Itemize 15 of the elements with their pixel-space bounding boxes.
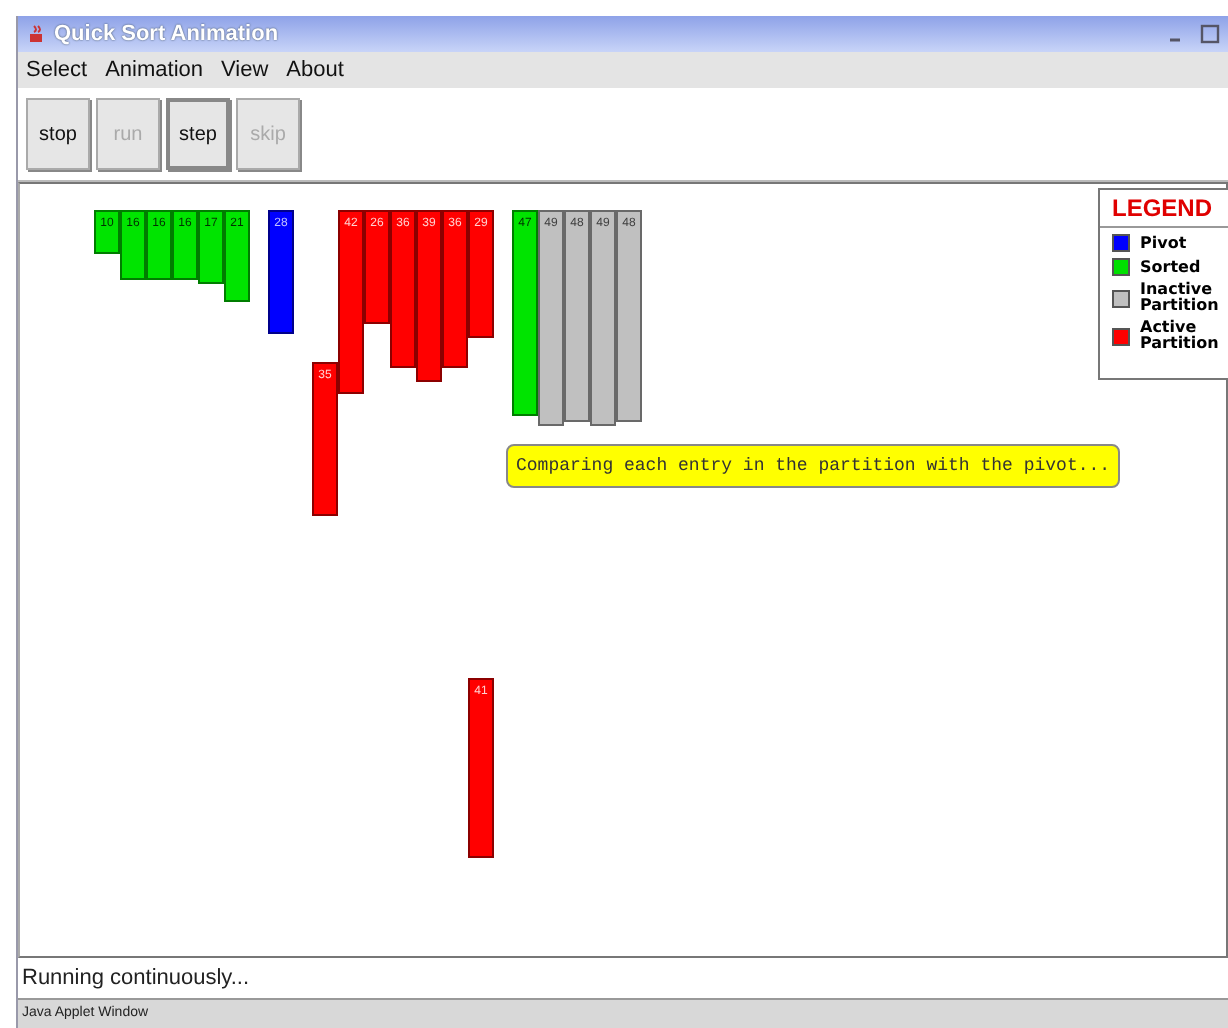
legend-title: LEGEND — [1100, 190, 1228, 228]
menu-item[interactable]: About — [286, 58, 344, 82]
legend-label: Inactive Partition — [1140, 282, 1221, 314]
legend-label: Sorted — [1140, 259, 1203, 275]
menu-item[interactable]: View — [221, 58, 269, 82]
toolbar-button[interactable]: stop — [26, 98, 90, 170]
window-title: Quick Sort Animation — [54, 22, 281, 46]
legend-label: Active Partition — [1140, 320, 1221, 352]
message-tooltip: Comparing each entry in the partition with the pivot... — [506, 444, 1121, 488]
menu-item[interactable]: Select — [26, 58, 88, 82]
menu-item[interactable]: Animation — [105, 58, 203, 82]
cup-icon — [26, 23, 48, 45]
maximize-icon[interactable] — [1200, 24, 1220, 44]
toolbar-button[interactable]: step — [166, 98, 230, 170]
legend-label: Pivot — [1140, 235, 1189, 251]
